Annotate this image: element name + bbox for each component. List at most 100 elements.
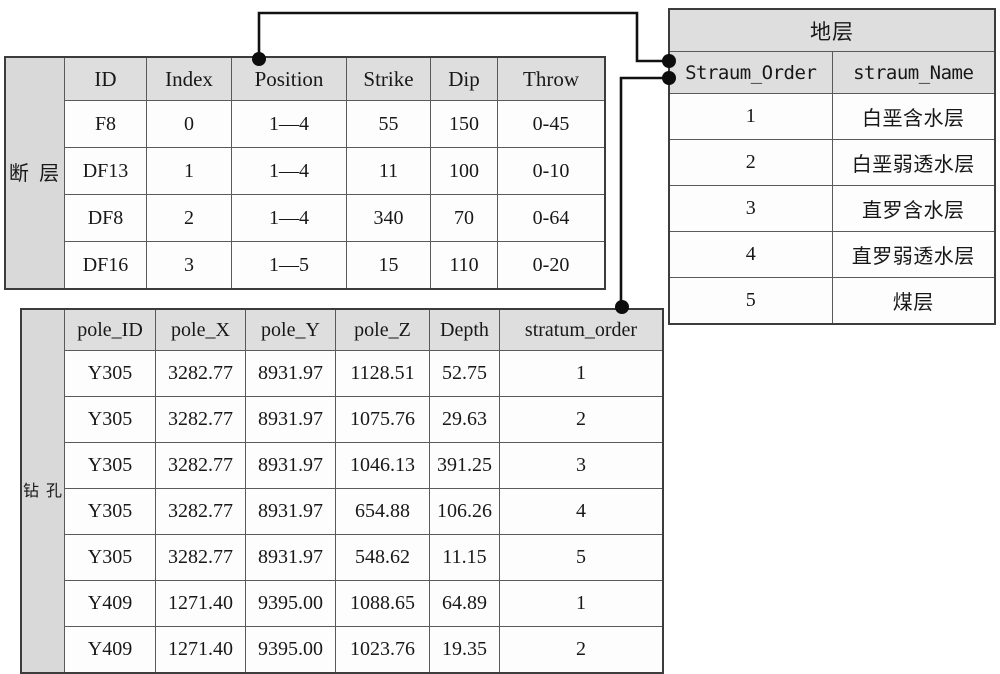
cell-stratum-order: 4 (668, 231, 833, 278)
cell-pole-x: 3282.77 (155, 396, 246, 443)
cell-depth: 19.35 (429, 626, 500, 674)
table-row: Y305 3282.77 8931.97 1075.76 29.63 2 (21, 396, 664, 443)
table-row: DF8 2 1—4 340 70 0-64 (5, 194, 606, 242)
cell-pole-x: 3282.77 (155, 442, 246, 489)
cell-strike: 15 (346, 241, 431, 290)
fault-col-position[interactable]: Position (231, 56, 347, 101)
cell-depth: 391.25 (429, 442, 500, 489)
cell-pole-z: 1128.51 (335, 350, 430, 397)
cell-stratum-order: 4 (499, 488, 664, 535)
drill-header-row: 钻 孔 pole_ID pole_X pole_Y pole_Z Depth s… (20, 308, 664, 674)
cell-pole-x: 1271.40 (155, 626, 246, 674)
drill-col-stratum-order[interactable]: stratum_order (499, 308, 664, 351)
stratum-col-name[interactable]: straum_Name (831, 51, 996, 94)
cell-throw: 0-45 (497, 100, 606, 148)
cell-depth: 52.75 (429, 350, 500, 397)
table-row: DF13 1 1—4 11 100 0-10 (5, 147, 606, 195)
drill-table: 钻 孔 pole_ID pole_X pole_Y pole_Z Depth s… (20, 308, 664, 674)
cell-stratum-order: 1 (499, 350, 664, 397)
cell-pole-id: Y305 (64, 488, 156, 535)
cell-stratum-name: 直罗弱透水层 (831, 231, 996, 278)
cell-stratum-order: 1 (668, 93, 833, 140)
cell-pole-y: 9395.00 (245, 580, 336, 627)
stratum-table-title: 地层 (668, 8, 996, 52)
stratum-table: 地层 Straum_Order straum_Name 1 白垩含水层 2 白垩… (668, 8, 996, 325)
cell-stratum-order: 2 (499, 626, 664, 674)
cell-pole-z: 1075.76 (335, 396, 430, 443)
cell-pole-z: 548.62 (335, 534, 430, 581)
fault-col-id[interactable]: ID (64, 56, 147, 101)
cell-strike: 55 (346, 100, 431, 148)
fault-side-label: 断 层 (4, 56, 65, 290)
connector-line-stratum-order-to-drill (619, 76, 666, 309)
cell-position: 1—4 (231, 147, 347, 195)
cell-pole-z: 1088.65 (335, 580, 430, 627)
table-row: 4 直罗弱透水层 (668, 231, 996, 278)
drill-table-body: 钻 孔 pole_ID pole_X pole_Y pole_Z Depth s… (20, 308, 664, 674)
cell-depth: 29.63 (429, 396, 500, 443)
table-row: Y305 3282.77 8931.97 1046.13 391.25 3 (21, 442, 664, 489)
drill-col-depth[interactable]: Depth (429, 308, 500, 351)
cell-throw: 0-10 (497, 147, 606, 195)
cell-id: DF16 (64, 241, 147, 290)
cell-stratum-order: 3 (668, 185, 833, 232)
cell-pole-id: Y305 (64, 350, 156, 397)
fault-col-index[interactable]: Index (146, 56, 232, 101)
cell-stratum-name: 白垩含水层 (831, 93, 996, 140)
connector-line-position-to-stratum-order (257, 11, 666, 63)
table-row: Y409 1271.40 9395.00 1023.76 19.35 2 (21, 626, 664, 674)
cell-pole-x: 1271.40 (155, 580, 246, 627)
cell-dip: 110 (430, 241, 498, 290)
cell-index: 1 (146, 147, 232, 195)
cell-pole-y: 8931.97 (245, 396, 336, 443)
drill-col-pole-x[interactable]: pole_X (155, 308, 246, 351)
table-row: 3 直罗含水层 (668, 185, 996, 232)
cell-stratum-name: 白垩弱透水层 (831, 139, 996, 186)
drill-col-pole-y[interactable]: pole_Y (245, 308, 336, 351)
cell-pole-id: Y305 (64, 442, 156, 489)
fault-col-strike[interactable]: Strike (346, 56, 431, 101)
table-row: DF16 3 1—5 15 110 0-20 (5, 241, 606, 290)
cell-depth: 106.26 (429, 488, 500, 535)
cell-pole-x: 3282.77 (155, 534, 246, 581)
stratum-col-order[interactable]: Straum_Order (668, 51, 833, 94)
fault-table: 断 层 ID Index Position Strike Dip Throw F… (4, 56, 606, 290)
table-row: Y305 3282.77 8931.97 1128.51 52.75 1 (21, 350, 664, 397)
stratum-title-row: 地层 (668, 8, 996, 52)
cell-pole-z: 1023.76 (335, 626, 430, 674)
cell-stratum-order: 1 (499, 580, 664, 627)
cell-index: 0 (146, 100, 232, 148)
cell-id: DF13 (64, 147, 147, 195)
table-row: Y305 3282.77 8931.97 548.62 11.15 5 (21, 534, 664, 581)
cell-pole-z: 1046.13 (335, 442, 430, 489)
drill-col-pole-id[interactable]: pole_ID (64, 308, 156, 351)
cell-index: 3 (146, 241, 232, 290)
cell-id: F8 (64, 100, 147, 148)
fault-header-row: 断 层 ID Index Position Strike Dip Throw (4, 56, 606, 290)
cell-depth: 11.15 (429, 534, 500, 581)
cell-pole-x: 3282.77 (155, 488, 246, 535)
cell-pole-z: 654.88 (335, 488, 430, 535)
table-row: Y305 3282.77 8931.97 654.88 106.26 4 (21, 488, 664, 535)
cell-pole-y: 8931.97 (245, 442, 336, 489)
cell-throw: 0-20 (497, 241, 606, 290)
table-row: Y409 1271.40 9395.00 1088.65 64.89 1 (21, 580, 664, 627)
fault-table-body: 断 层 ID Index Position Strike Dip Throw F… (4, 56, 606, 290)
fault-col-throw[interactable]: Throw (497, 56, 606, 101)
cell-index: 2 (146, 194, 232, 242)
fault-col-dip[interactable]: Dip (430, 56, 498, 101)
cell-strike: 340 (346, 194, 431, 242)
cell-pole-id: Y409 (64, 626, 156, 674)
table-row: 1 白垩含水层 (668, 93, 996, 140)
cell-pole-id: Y305 (64, 396, 156, 443)
cell-position: 1—5 (231, 241, 347, 290)
drill-col-pole-z[interactable]: pole_Z (335, 308, 430, 351)
table-row: 2 白垩弱透水层 (668, 139, 996, 186)
cell-pole-id: Y409 (64, 580, 156, 627)
cell-pole-y: 8931.97 (245, 488, 336, 535)
cell-stratum-order: 2 (668, 139, 833, 186)
cell-throw: 0-64 (497, 194, 606, 242)
stratum-header-row: Straum_Order straum_Name (668, 51, 996, 94)
cell-position: 1—4 (231, 194, 347, 242)
cell-pole-id: Y305 (64, 534, 156, 581)
